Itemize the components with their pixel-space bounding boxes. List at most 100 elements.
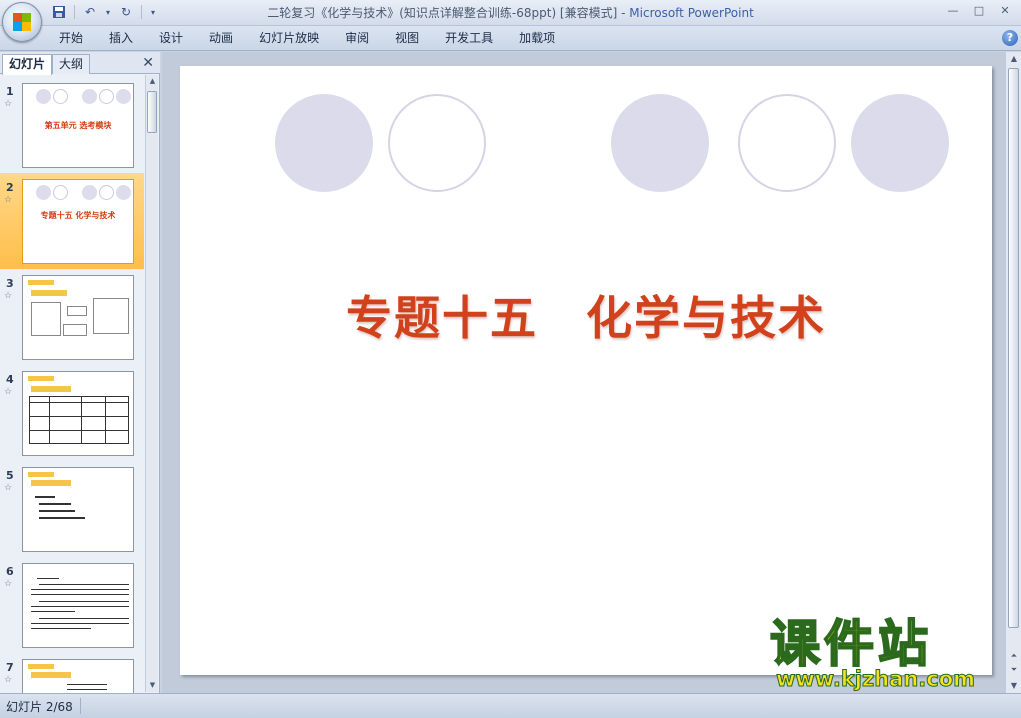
app-name: Microsoft PowerPoint [629,6,754,20]
animation-star-icon: ☆ [4,99,13,109]
close-icon[interactable]: ✕ [993,2,1017,20]
undo-icon[interactable]: ↶ [81,3,99,21]
minimize-icon[interactable]: — [941,2,965,20]
undo-dropdown-icon[interactable]: ▾ [103,3,113,21]
slide-thumbnail-row[interactable]: 3 ☆ [0,269,144,365]
thumbnail-line [29,430,129,431]
slide-number: 6 [6,565,14,578]
redo-icon[interactable]: ↻ [117,3,135,21]
slide-counter: 幻灯片 2/68 [6,700,73,714]
slide-number: 1 [6,85,14,98]
thumbnail-header-tag [28,472,54,477]
watermark-url: www.kjzhan.com [775,667,976,692]
tab-slides[interactable]: 幻灯片 [2,54,53,75]
previous-slide-icon[interactable]: ⏶ [1006,649,1021,663]
thumbnail-shape [31,302,61,336]
next-slide-icon[interactable]: ⏷ [1006,663,1021,677]
thumbnail-text-line [35,496,55,498]
thumbnail-shape [63,324,87,336]
thumbnail-text-line [31,589,129,590]
slide-thumbnail-row[interactable]: 4 ☆ [0,365,144,461]
slide-thumbnail[interactable] [22,563,134,648]
tab-slide-show[interactable]: 幻灯片放映 [246,30,332,47]
slide-thumbnail[interactable] [22,371,134,456]
scroll-down-icon[interactable]: ▼ [1006,679,1021,693]
scroll-up-icon[interactable]: ▲ [146,75,159,88]
thumbnail-header-tag [28,280,54,285]
decorative-circle [851,94,949,192]
thumbnail-circle [99,89,114,104]
thumbnail-circle [116,185,131,200]
thumbnail-circle [53,185,68,200]
thumbnail-text-line [39,618,129,619]
panel-tabs: 幻灯片 大纲 ✕ [0,52,160,75]
thumbnail-text-line [31,611,75,612]
watermark-logo: 课件站 [769,615,932,673]
maximize-icon[interactable]: □ [967,2,991,20]
slide-thumbnail[interactable]: 第五单元 选考模块 [22,83,134,168]
animation-star-icon: ☆ [4,291,13,301]
tab-animations[interactable]: 动画 [196,30,246,47]
thumbnail-table [29,396,129,444]
slide-thumbnail[interactable] [22,275,134,360]
slide-thumbnail[interactable]: 专题十五 化学与技术 [22,179,134,264]
thumbnail-text-line [37,578,59,579]
thumbnail-title: 第五单元 选考模块 [44,121,112,130]
tab-developer[interactable]: 开发工具 [432,30,506,47]
thumbnail-circle [82,185,97,200]
slide-thumbnail-row[interactable]: 6 ☆ [0,557,144,653]
tab-design[interactable]: 设计 [146,30,196,47]
toolbar-divider [74,5,75,19]
slide-title[interactable]: 专题十五 化学与技术 [180,282,992,348]
status-bar: 幻灯片 2/68 [0,693,1021,718]
scrollbar-thumb[interactable] [1008,68,1019,628]
tab-add-ins[interactable]: 加载项 [506,30,568,47]
current-slide[interactable]: 专题十五 化学与技术 [180,66,992,675]
thumbnail-scrollbar[interactable]: ▲ ▼ [145,75,158,692]
slide-number: 2 [6,181,14,194]
decorative-circle [611,94,709,192]
title-bar: ↶ ▾ ↻ ▾ 二轮复习《化学与技术》(知识点详解整合训练-68ppt) [兼容… [0,0,1021,26]
tab-home[interactable]: 开始 [46,30,96,47]
thumbnail-text-line [67,684,107,685]
thumbnail-line [49,396,50,444]
office-button[interactable] [2,2,42,42]
thumbnail-list: 1 ☆ 第五单元 选考模块 2 ☆ 专题十五 化学与技术 3 ☆ 4 ☆ 5 ☆… [0,75,144,693]
thumbnail-header-tag [28,664,54,669]
slide-thumbnail-row[interactable]: 1 ☆ 第五单元 选考模块 [0,77,144,173]
thumbnail-line [29,402,129,403]
slide-thumbnail-row[interactable]: 5 ☆ [0,461,144,557]
thumbnail-shape [31,480,71,486]
slide-thumbnail[interactable] [22,659,134,693]
tab-insert[interactable]: 插入 [96,30,146,47]
decorative-circle [738,94,836,192]
scrollbar-thumb[interactable] [147,91,157,133]
thumbnail-text-line [31,606,129,607]
close-panel-icon[interactable]: ✕ [142,55,154,71]
save-icon[interactable] [50,3,68,21]
thumbnail-circle [116,89,131,104]
thumbnail-shape [31,386,71,392]
tab-review[interactable]: 审阅 [332,30,382,47]
scroll-down-icon[interactable]: ▼ [146,679,159,692]
tab-view[interactable]: 视图 [382,30,432,47]
slide-thumbnail-row[interactable]: 7 ☆ [0,653,144,693]
help-icon[interactable]: ? [1002,30,1018,46]
customize-toolbar-icon[interactable]: ▾ [148,3,158,21]
thumbnail-shape [31,672,71,678]
thumbnail-text-line [31,623,129,624]
tab-outline[interactable]: 大纲 [52,54,91,74]
thumbnail-text-line [39,517,85,519]
animation-star-icon: ☆ [4,387,13,397]
animation-star-icon: ☆ [4,483,13,493]
slide-thumbnail-row-selected[interactable]: 2 ☆ 专题十五 化学与技术 [0,173,144,269]
slide-thumbnail[interactable] [22,467,134,552]
thumbnail-circle [53,89,68,104]
editor-scrollbar[interactable]: ▲ ⏶ ⏷ ▼ [1005,52,1021,693]
toolbar-divider [141,5,142,19]
thumbnail-circle [99,185,114,200]
thumbnail-text-line [39,510,75,512]
slide-number: 3 [6,277,14,290]
scroll-up-icon[interactable]: ▲ [1006,52,1021,66]
thumbnail-circle [36,185,51,200]
